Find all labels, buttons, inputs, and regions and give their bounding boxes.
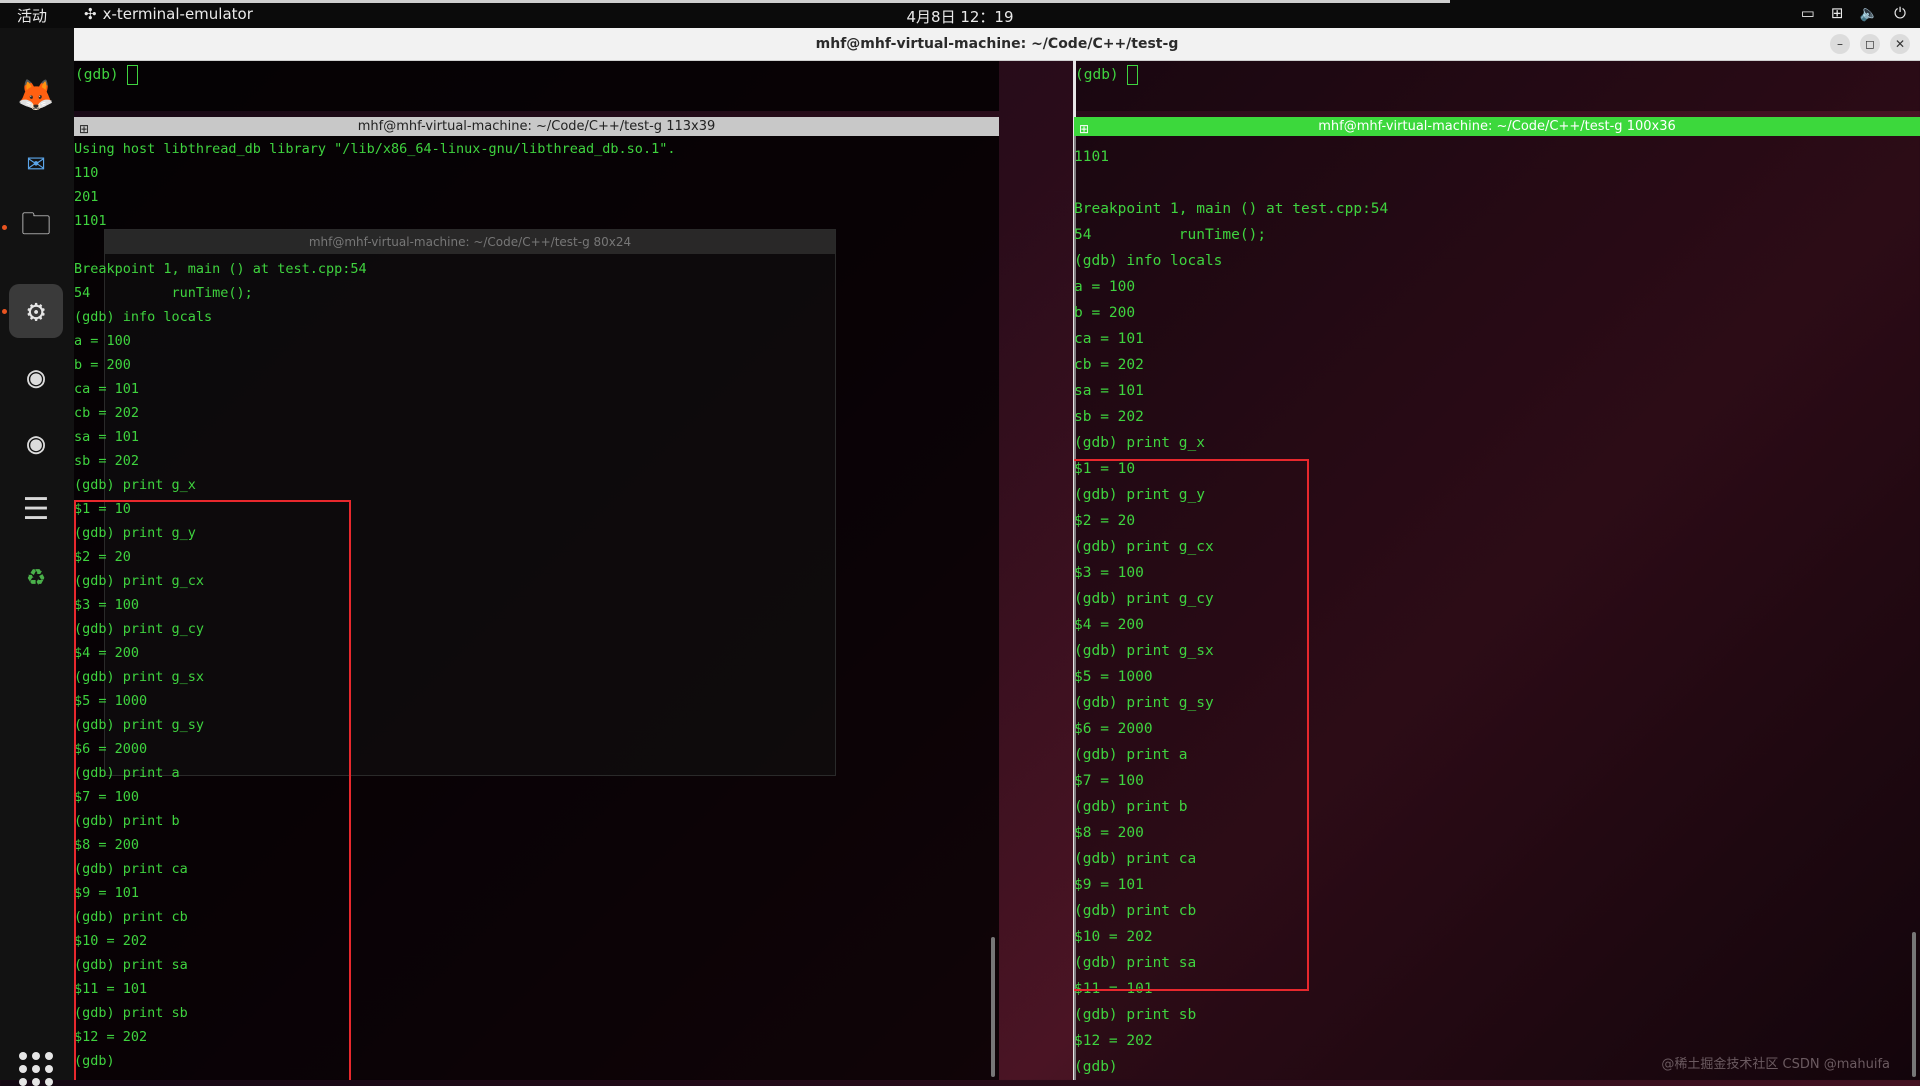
cursor (127, 65, 139, 85)
terminal-line: (gdb) print sb (1074, 1007, 1197, 1023)
terminal-line: ca = 101 (74, 381, 140, 397)
dock: 🦊 ✉ 🗀 ⚙ ◉ ◉ ☰ ♻ (0, 28, 74, 1086)
terminal-line: 54 runTime(); (1074, 227, 1267, 243)
terminal-line: a = 100 (1074, 279, 1136, 295)
display-icon[interactable]: ▭ (1801, 4, 1815, 22)
top-left-prompt: (gdb) (75, 67, 119, 83)
terminal-line: b = 200 (74, 357, 131, 373)
terminal-line: sb = 202 (74, 453, 140, 469)
settings-icon[interactable]: ⚙ (9, 284, 63, 338)
watermark: @稀土掘金技术社区 CSDN @mahuifa (1661, 1057, 1890, 1072)
volume-icon[interactable]: 🔈 (1859, 4, 1878, 22)
left-pane-title: mhf@mhf-virtual-machine: ~/Code/C++/test… (357, 119, 716, 134)
terminal-line: cb = 202 (1074, 357, 1144, 373)
firefox-icon[interactable]: 🦊 (9, 68, 63, 122)
terminal-line: b = 200 (1074, 305, 1136, 321)
highlight-box (74, 500, 351, 1080)
files-icon[interactable]: 🗀 (9, 200, 63, 254)
scrollbar[interactable] (1912, 932, 1916, 1077)
close-button[interactable]: ✕ (1890, 34, 1910, 54)
terminal-line: sa = 101 (74, 429, 140, 445)
terminal-line: 110 (74, 165, 99, 181)
disc-icon-2[interactable]: ◉ (9, 416, 63, 470)
power-icon[interactable]: ⏻ (1894, 4, 1906, 22)
terminal-line: (gdb) print g_x (74, 477, 196, 493)
terminal-window: mhf@mhf-virtual-machine: ~/Code/C++/test… (74, 28, 1920, 1080)
top-progress-bar (0, 0, 1450, 3)
network-icon[interactable]: ⊞ (1831, 4, 1844, 22)
terminal-line: (gdb) info locals (74, 309, 213, 325)
terminal-line: Breakpoint 1, main () at test.cpp:54 (1074, 201, 1389, 217)
running-indicator (2, 309, 7, 314)
top-bar: 活动 ✣ x-terminal-emulator 4月8日 12：19 ▭ ⊞ 🔈… (0, 0, 1920, 28)
top-right-prompt: (gdb) (1075, 67, 1119, 83)
terminal-line: (gdb) print g_x (1074, 435, 1205, 451)
running-indicator (2, 225, 7, 230)
terminal-line: $12 = 202 (1074, 1033, 1153, 1049)
window-titlebar[interactable]: mhf@mhf-virtual-machine: ~/Code/C++/test… (74, 28, 1920, 61)
top-left-pane[interactable]: (gdb) (74, 61, 999, 111)
text-editor-icon[interactable]: ☰ (9, 482, 63, 536)
left-pane-titlebar[interactable]: ⊞ mhf@mhf-virtual-machine: ~/Code/C++/te… (74, 117, 999, 136)
terminal-line: 201 (74, 189, 99, 205)
terminal-line: Using host libthread_db library "/lib/x8… (74, 141, 676, 157)
terminal-line: (gdb) info locals (1074, 253, 1223, 269)
terminal-line: cb = 202 (74, 405, 140, 421)
maximize-button[interactable]: ◻ (1860, 34, 1880, 54)
terminal-line: sa = 101 (1074, 383, 1144, 399)
terminal-line: (gdb) (1074, 1059, 1118, 1075)
terminal-line: Breakpoint 1, main () at test.cpp:54 (74, 261, 367, 277)
terminal-line: ca = 101 (1074, 331, 1144, 347)
thunderbird-icon[interactable]: ✉ (9, 134, 63, 188)
terminal-line: 1101 (74, 213, 107, 229)
left-terminal-pane[interactable]: ⊞ mhf@mhf-virtual-machine: ~/Code/C++/te… (74, 117, 999, 1080)
highlight-box (1074, 459, 1309, 991)
window-title: mhf@mhf-virtual-machine: ~/Code/C++/test… (815, 36, 1179, 52)
terminal-line: sb = 202 (1074, 409, 1144, 425)
top-right-pane[interactable]: (gdb) (1074, 61, 1920, 111)
terminal-line: 1101 (1074, 149, 1109, 165)
split-icon[interactable]: ⊞ (1079, 120, 1089, 139)
trash-icon[interactable]: ♻ (9, 548, 63, 602)
show-apps-button[interactable] (19, 1052, 53, 1086)
cursor (1127, 65, 1139, 85)
disc-icon[interactable]: ◉ (9, 350, 63, 404)
minimize-button[interactable]: – (1830, 34, 1850, 54)
system-tray[interactable]: ▭ ⊞ 🔈 ⏻ (1801, 4, 1906, 22)
right-pane-title: mhf@mhf-virtual-machine: ~/Code/C++/test… (1318, 119, 1676, 134)
scrollbar[interactable] (991, 937, 995, 1077)
clock[interactable]: 4月8日 12：19 (0, 6, 1920, 27)
right-pane-titlebar[interactable]: ⊞ mhf@mhf-virtual-machine: ~/Code/C++/te… (1074, 117, 1920, 136)
terminal-line: a = 100 (74, 333, 131, 349)
terminal-line: 54 runTime(); (74, 285, 253, 301)
right-terminal-pane[interactable]: ⊞ mhf@mhf-virtual-machine: ~/Code/C++/te… (1074, 117, 1920, 1080)
